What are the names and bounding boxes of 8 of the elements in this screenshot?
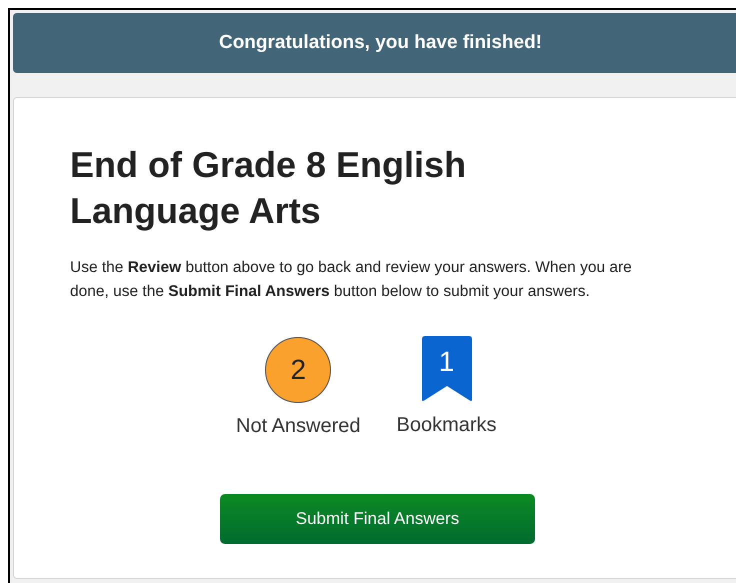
- submit-button[interactable]: Submit Final Answers: [220, 494, 535, 544]
- bookmark-count: 1: [422, 336, 472, 402]
- not-answered-count: 2: [265, 337, 332, 403]
- stat-label: Bookmarks: [396, 414, 497, 437]
- banner-title: Congratulations, you have finished!: [218, 32, 542, 54]
- stat-label: Not Answered: [236, 415, 361, 438]
- test-title: End of Grade 8 English Language Arts: [70, 143, 468, 233]
- instructions-text: Use the Review button above to go back and review your answers. When you are done, use the Submit Final Answers button below to submit your answers.: [70, 258, 633, 302]
